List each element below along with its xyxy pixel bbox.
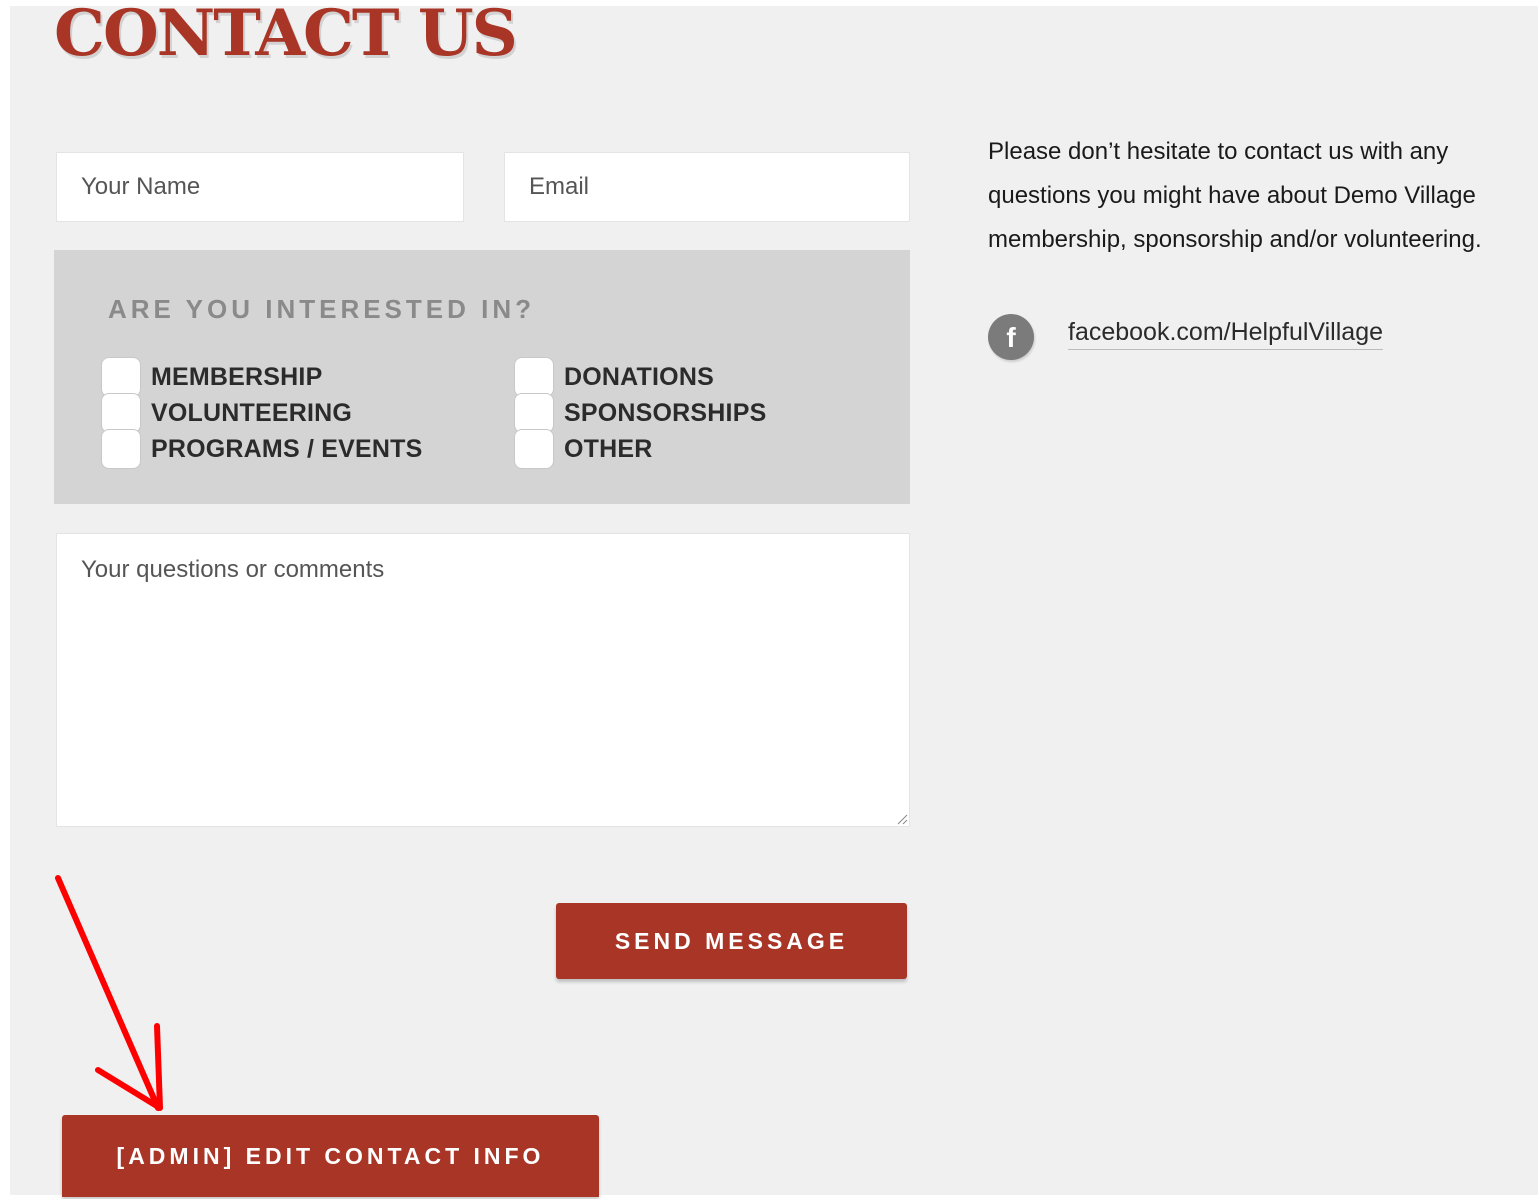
annotation-arrow-icon bbox=[55, 875, 163, 1111]
